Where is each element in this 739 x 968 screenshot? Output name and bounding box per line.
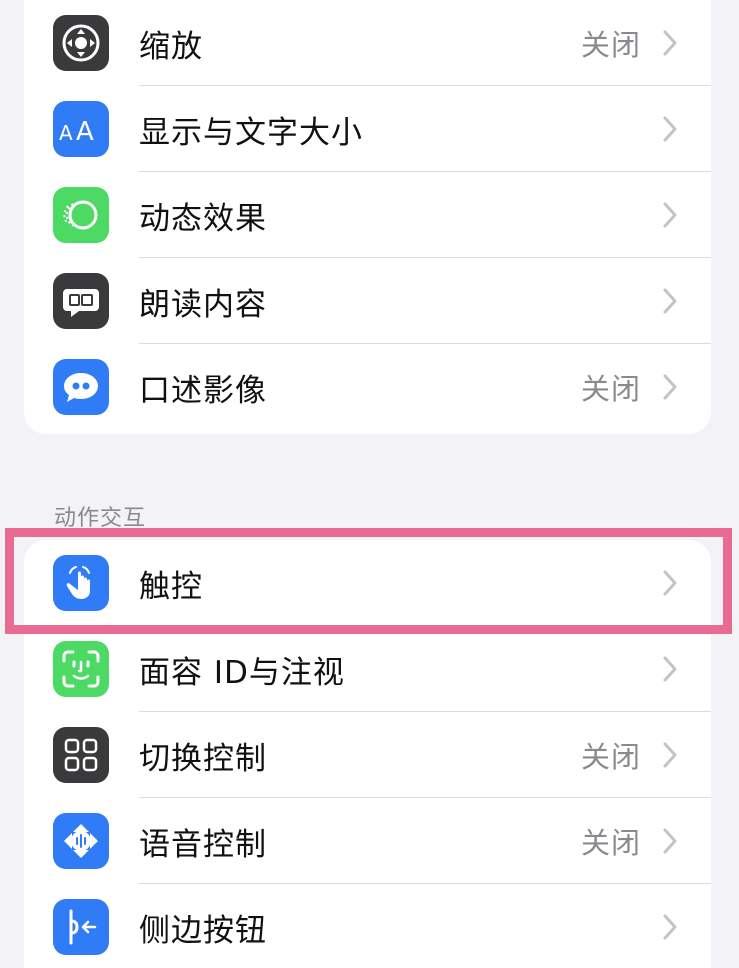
touch-icon <box>53 555 109 611</box>
settings-row-zoom[interactable]: 缩放 关闭 <box>24 0 711 86</box>
svg-text:A: A <box>76 117 94 147</box>
text-size-icon: A A <box>53 101 109 157</box>
settings-row-face-id-attention[interactable]: 面容 ID与注视 <box>24 626 711 712</box>
zoom-icon <box>53 15 109 71</box>
settings-row-display-text-size[interactable]: A A 显示与文字大小 <box>24 86 711 172</box>
section-header-physical-motor: 动作交互 <box>54 506 147 531</box>
row-value: 关闭 <box>580 740 641 774</box>
settings-row-touch[interactable]: 触控 <box>24 540 711 626</box>
voice-control-icon <box>53 813 109 869</box>
settings-row-voice-control[interactable]: 语音控制 关闭 <box>24 798 711 884</box>
settings-row-spoken-content[interactable]: 朗读内容 <box>24 258 711 344</box>
row-label: 触控 <box>139 568 203 605</box>
row-label: 缩放 <box>139 28 203 65</box>
vision-settings-group: 缩放 关闭 A A 显示与文字大小 动态效果 朗读内容 口述影像 关闭 <box>24 0 711 434</box>
chevron-right-icon <box>663 570 677 596</box>
motion-icon <box>53 187 109 243</box>
settings-row-audio-description[interactable]: 口述影像 关闭 <box>24 344 711 430</box>
spoken-content-icon <box>53 273 109 329</box>
face-id-icon <box>53 641 109 697</box>
switch-control-icon <box>53 727 109 783</box>
row-label: 切换控制 <box>139 740 267 777</box>
row-label: 口述影像 <box>139 372 267 409</box>
row-label: 动态效果 <box>139 200 267 237</box>
chevron-right-icon <box>663 30 677 56</box>
chevron-right-icon <box>663 742 677 768</box>
row-value: 关闭 <box>580 372 641 406</box>
settings-row-switch-control[interactable]: 切换控制 关闭 <box>24 712 711 798</box>
audio-description-icon <box>53 359 109 415</box>
chevron-right-icon <box>663 828 677 854</box>
row-label: 显示与文字大小 <box>139 114 363 151</box>
settings-row-motion[interactable]: 动态效果 <box>24 172 711 258</box>
settings-row-side-button[interactable]: 侧边按钮 <box>24 884 711 968</box>
chevron-right-icon <box>663 116 677 142</box>
row-label: 面容 ID与注视 <box>139 654 345 691</box>
chevron-right-icon <box>663 202 677 228</box>
chevron-right-icon <box>663 374 677 400</box>
row-label: 侧边按钮 <box>139 912 267 949</box>
row-label: 朗读内容 <box>139 286 267 323</box>
chevron-right-icon <box>663 288 677 314</box>
row-value: 关闭 <box>580 28 641 62</box>
chevron-right-icon <box>663 656 677 682</box>
row-label: 语音控制 <box>139 826 267 863</box>
svg-text:A: A <box>59 121 73 145</box>
chevron-right-icon <box>663 914 677 940</box>
side-button-icon <box>53 899 109 955</box>
row-value: 关闭 <box>580 826 641 860</box>
physical-settings-group: 触控 面容 ID与注视 切换控制 关闭 语音控制 关闭 侧边按钮 <box>24 540 711 968</box>
